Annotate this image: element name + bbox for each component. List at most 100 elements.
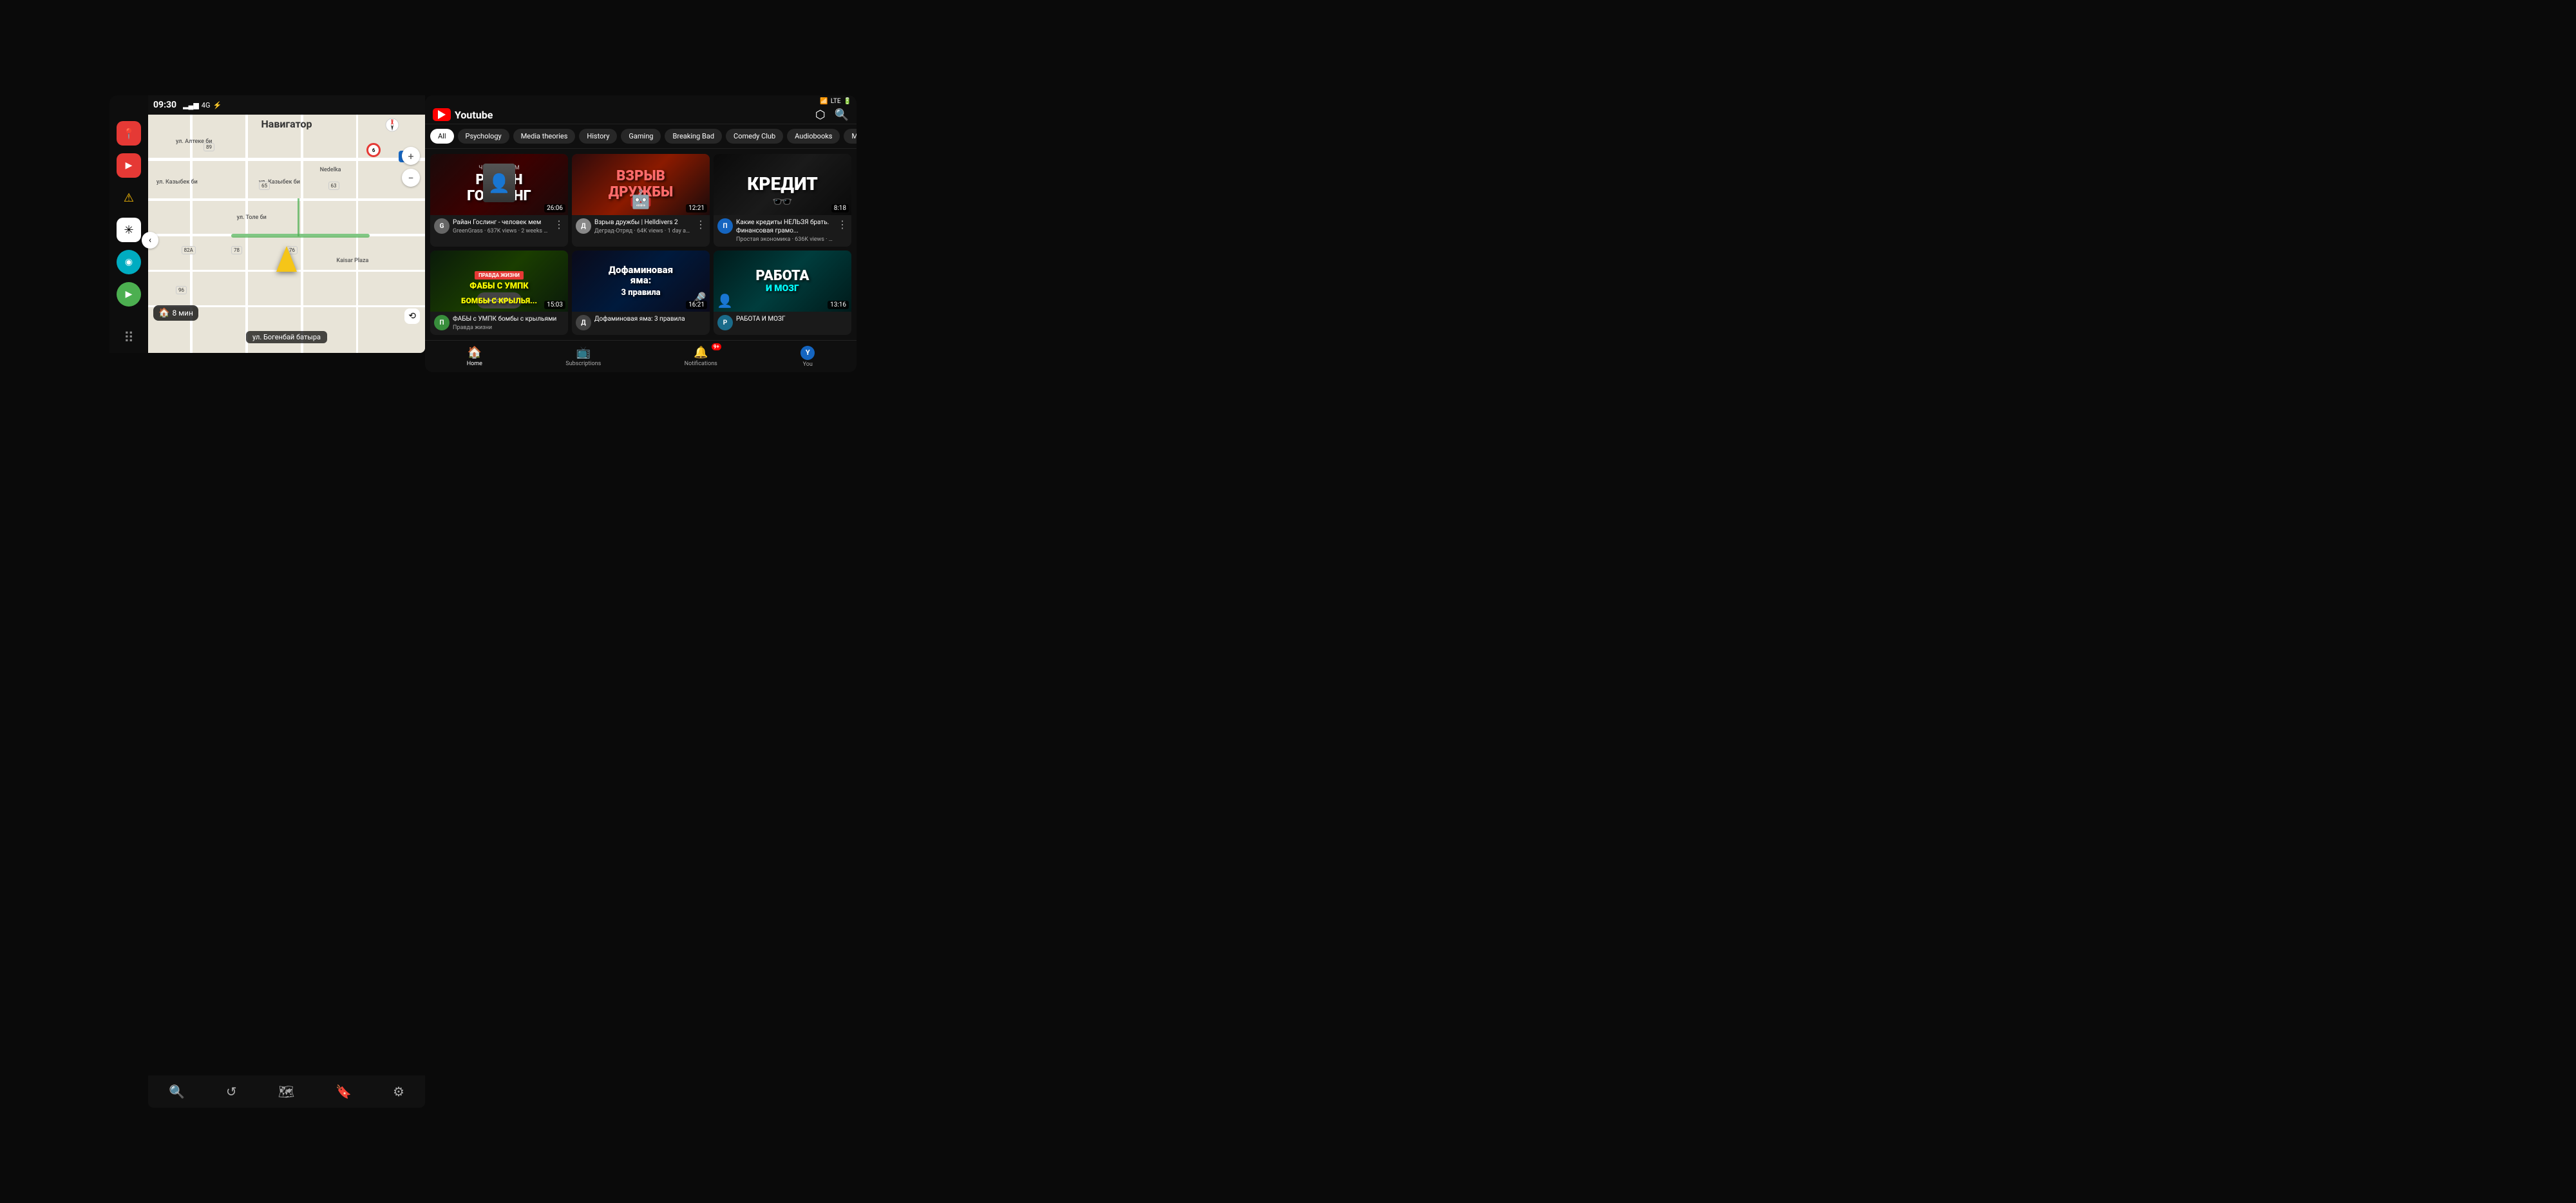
circle-icon: ◉ — [125, 257, 133, 267]
yt-categories: All Psychology Media theories History Ga… — [425, 124, 857, 149]
home-nav-icon: 🏠 — [468, 346, 482, 359]
thumb-badge-4: ПРАВДА ЖИЗНИ — [475, 271, 524, 279]
thumb-subtitle-5: 3 правила — [621, 289, 660, 298]
cat-psychology[interactable]: Psychology — [458, 129, 509, 144]
video-thumb-6: РАБОТА И МОЗГ 👤 13:16 — [714, 251, 851, 312]
youtube-sidebar-icon[interactable]: ▶ — [117, 153, 141, 178]
network-type: 4G — [202, 101, 211, 109]
teal-sidebar-icon[interactable]: ◉ — [117, 250, 141, 274]
home-nav-label: Home — [467, 361, 482, 367]
video-more-1[interactable]: ⋮ — [554, 218, 564, 234]
road-badge-65: 65 — [259, 182, 270, 190]
map-route-v — [298, 198, 299, 236]
channel-avatar-4: П — [434, 315, 450, 330]
video-thumb-2: ВЗРЫВДРУЖБЫ 🤖 12:21 — [572, 154, 710, 215]
road-badge-63: 63 — [328, 182, 339, 190]
video-title-3: Какие кредиты НЕЛЬЗЯ брать. Финансовая г… — [736, 218, 834, 235]
settings-button[interactable]: ⚙ — [393, 1084, 404, 1099]
time-display: 09:30 — [153, 100, 176, 110]
maps-sidebar-icon[interactable]: 📍 — [117, 121, 141, 146]
video-info-4: П ФАБЫ с УМПК бомбы с крыльями Правда жи… — [430, 312, 568, 334]
eta-time: 8 мин — [172, 308, 193, 317]
cat-gaming[interactable]: Gaming — [621, 129, 661, 144]
star-sidebar-icon[interactable]: ✳ — [117, 218, 141, 242]
map-label-toleben: ул. Толе би — [237, 214, 267, 221]
cast-icon[interactable]: ⬡ — [815, 108, 826, 122]
zoom-out-button[interactable]: − — [402, 169, 420, 187]
video-card-6[interactable]: РАБОТА И МОЗГ 👤 13:16 Р РАБОТА И МОЗГ — [714, 251, 851, 335]
play-sidebar-icon[interactable]: ▶ — [117, 282, 141, 307]
grid-icon[interactable]: ⠿ — [124, 330, 134, 346]
thumb-person-6: 👤 — [717, 293, 733, 308]
cat-all[interactable]: All — [430, 129, 454, 144]
warning-sidebar-icon[interactable]: ⚠ — [117, 185, 141, 210]
cat-history[interactable]: History — [579, 129, 617, 144]
yt-nav-notifications[interactable]: 🔔 9+ Notifications — [685, 346, 717, 367]
video-title-2: Взрыв дружбы | Helldivers 2 — [594, 218, 692, 227]
map-label-nedelka: Nedelka — [320, 167, 341, 173]
cat-comedy-club[interactable]: Comedy Club — [726, 129, 783, 144]
star-burst-icon: ✳ — [124, 223, 133, 237]
yt-nav-home[interactable]: 🏠 Home — [467, 346, 482, 367]
video-thumb-1: ЧЕЛОВЕК МЕМ РАЙАНГОСЛИНГ 👤 26:06 — [430, 154, 568, 215]
subscriptions-nav-icon: 📺 — [576, 346, 591, 359]
video-thumb-3: КРЕДИТ 🕶️ 8:18 — [714, 154, 851, 215]
thumb-avatar-1: 👤 — [483, 164, 515, 202]
wifi-icon: 📶 — [820, 98, 828, 105]
map-area[interactable]: Навигатор 89 65 63 82А 78 76 96 ул. Алте… — [148, 115, 425, 353]
yt-header: Youtube ⬡ 🔍 — [425, 95, 857, 124]
video-card-2[interactable]: ВЗРЫВДРУЖБЫ 🤖 12:21 Д Взрыв дружбы | Hel… — [572, 154, 710, 247]
video-title-4: ФАБЫ с УМПК бомбы с крыльями — [453, 315, 564, 323]
notifications-badge: 9+ — [712, 343, 721, 350]
auto-status-corner — [109, 95, 148, 115]
thumb-subtitle-4: БОМБЫ С КРЫЛЬЯ... — [461, 297, 537, 305]
cat-media-theories[interactable]: Media theories — [513, 129, 576, 144]
video-channel-4: Правда жизни — [453, 325, 564, 331]
home-icon: 🏠 — [158, 308, 169, 318]
battery-icon: 🔋 — [844, 98, 851, 105]
video-meta-3: Какие кредиты НЕЛЬЗЯ брать. Финансовая г… — [736, 218, 834, 243]
yt-video-grid: ЧЕЛОВЕК МЕМ РАЙАНГОСЛИНГ 👤 26:06 G Райан… — [425, 149, 857, 340]
thumb-subtitle-6: И МОЗГ — [766, 284, 799, 294]
video-meta-5: Дофаминовая яма: 3 правила — [594, 315, 706, 330]
bookmark-button[interactable]: 🔖 — [336, 1084, 352, 1099]
eta-box: 🏠 8 мин — [153, 305, 198, 321]
map-route — [231, 234, 370, 238]
thumb-robot-icon: 🤖 — [630, 189, 652, 210]
yt-user-avatar: Y — [800, 346, 815, 360]
search-icon[interactable]: 🔍 — [835, 108, 849, 122]
video-channel-2: Деград-Отряд · 64K views · 1 day ago — [594, 228, 692, 234]
yt-nav-subscriptions[interactable]: 📺 Subscriptions — [565, 346, 601, 367]
video-more-3[interactable]: ⋮ — [837, 218, 848, 243]
video-card-4[interactable]: ПРАВДА ЖИЗНИ ФАБЫ С УМПК ▶ бомба БОМБЫ С… — [430, 251, 568, 335]
map-bottom-bar: 🔍 ↺ 🗺 🔖 ⚙ — [148, 1075, 425, 1108]
maps-pin-icon: 📍 — [122, 128, 135, 140]
thumb-title-5: Дофаминоваяяма: — [609, 265, 673, 286]
thumb-person-icon-3: 🕶️ — [772, 193, 793, 212]
recenter-button[interactable]: ⟲ — [404, 308, 420, 324]
zoom-in-button[interactable]: + — [402, 147, 420, 165]
screen-background: 09:30 ▂▄▆ 4G ⚡ 📍 ▶ ⚠ ✳ ◉ ▶ ⠿ — [0, 0, 2576, 1203]
channel-avatar-5: Д — [576, 315, 591, 330]
search-button[interactable]: 🔍 — [169, 1084, 185, 1099]
video-card-1[interactable]: ЧЕЛОВЕК МЕМ РАЙАНГОСЛИНГ 👤 26:06 G Райан… — [430, 154, 568, 247]
video-meta-2: Взрыв дружбы | Helldivers 2 Деград-Отряд… — [594, 218, 692, 234]
cat-mixes[interactable]: Mixes — [844, 129, 857, 144]
street-label: ул. Богенбай батыра — [246, 331, 327, 343]
thumb-title-6: РАБОТА — [756, 269, 810, 284]
refresh-button[interactable]: ↺ — [226, 1084, 237, 1099]
signal-icons: ▂▄▆ 4G ⚡ — [183, 101, 222, 109]
video-info-1: G Райан Гослинг - человек мем GreenGrass… — [430, 215, 568, 238]
back-chevron-button[interactable]: ‹ — [142, 232, 158, 249]
yt-nav-you[interactable]: Y You — [800, 346, 815, 368]
video-card-3[interactable]: КРЕДИТ 🕶️ 8:18 П Какие кредиты НЕЛЬЗЯ бр… — [714, 154, 851, 247]
video-info-6: Р РАБОТА И МОЗГ — [714, 312, 851, 334]
cat-audiobooks[interactable]: Audiobooks — [787, 129, 840, 144]
map-title: Навигатор — [261, 118, 312, 130]
video-card-5[interactable]: Дофаминоваяяма: 3 правила 🎤 16:21 Д Дофа… — [572, 251, 710, 335]
video-more-2[interactable]: ⋮ — [696, 218, 706, 234]
cat-breaking-bad[interactable]: Breaking Bad — [665, 129, 722, 144]
navigation-arrow — [276, 246, 297, 272]
video-thumb-4: ПРАВДА ЖИЗНИ ФАБЫ С УМПК ▶ бомба БОМБЫ С… — [430, 251, 568, 312]
layers-button[interactable]: 🗺 — [278, 1084, 294, 1099]
